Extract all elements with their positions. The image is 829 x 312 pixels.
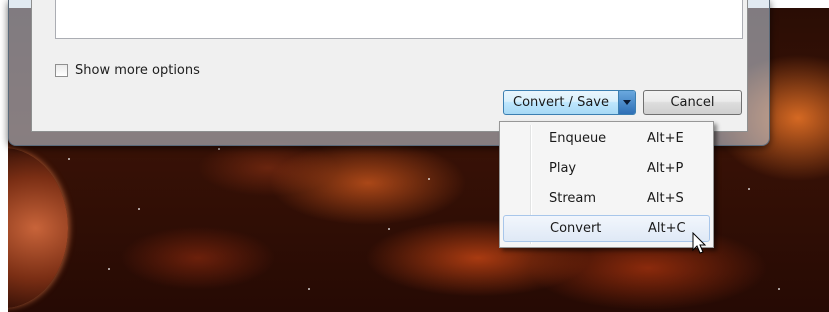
convert-save-split-button[interactable]: Convert / Save [503,90,636,115]
menu-item-convert[interactable]: Convert Alt+C [503,215,710,242]
menu-item-label: Play [549,161,577,176]
menu-item-play[interactable]: Play Alt+P [503,155,710,182]
convert-save-dropdown-menu: Enqueue Alt+E Play Alt+P Stream Alt+S Co… [499,121,714,248]
convert-save-button[interactable]: Convert / Save [504,91,618,114]
dialog-client-area: Show more options Convert / Save Cancel [31,0,748,132]
mouse-cursor-icon [692,232,707,254]
menu-item-shortcut: Alt+P [647,161,684,176]
menu-item-shortcut: Alt+E [647,131,684,146]
planet-graphic [8,148,68,308]
menu-item-label: Enqueue [549,131,607,146]
menu-item-stream[interactable]: Stream Alt+S [503,185,710,212]
show-more-options-checkbox[interactable] [55,63,68,77]
show-more-options-label[interactable]: Show more options [75,63,200,78]
menu-item-enqueue[interactable]: Enqueue Alt+E [503,125,710,152]
file-list-box[interactable] [55,0,743,39]
menu-item-shortcut: Alt+S [647,191,684,206]
cancel-button[interactable]: Cancel [643,90,742,115]
dropdown-arrow-icon[interactable] [618,91,635,114]
show-more-options-row[interactable]: Show more options [55,61,200,79]
menu-item-label: Stream [549,191,597,206]
menu-item-shortcut: Alt+C [648,221,686,236]
menu-item-label: Convert [550,221,602,236]
